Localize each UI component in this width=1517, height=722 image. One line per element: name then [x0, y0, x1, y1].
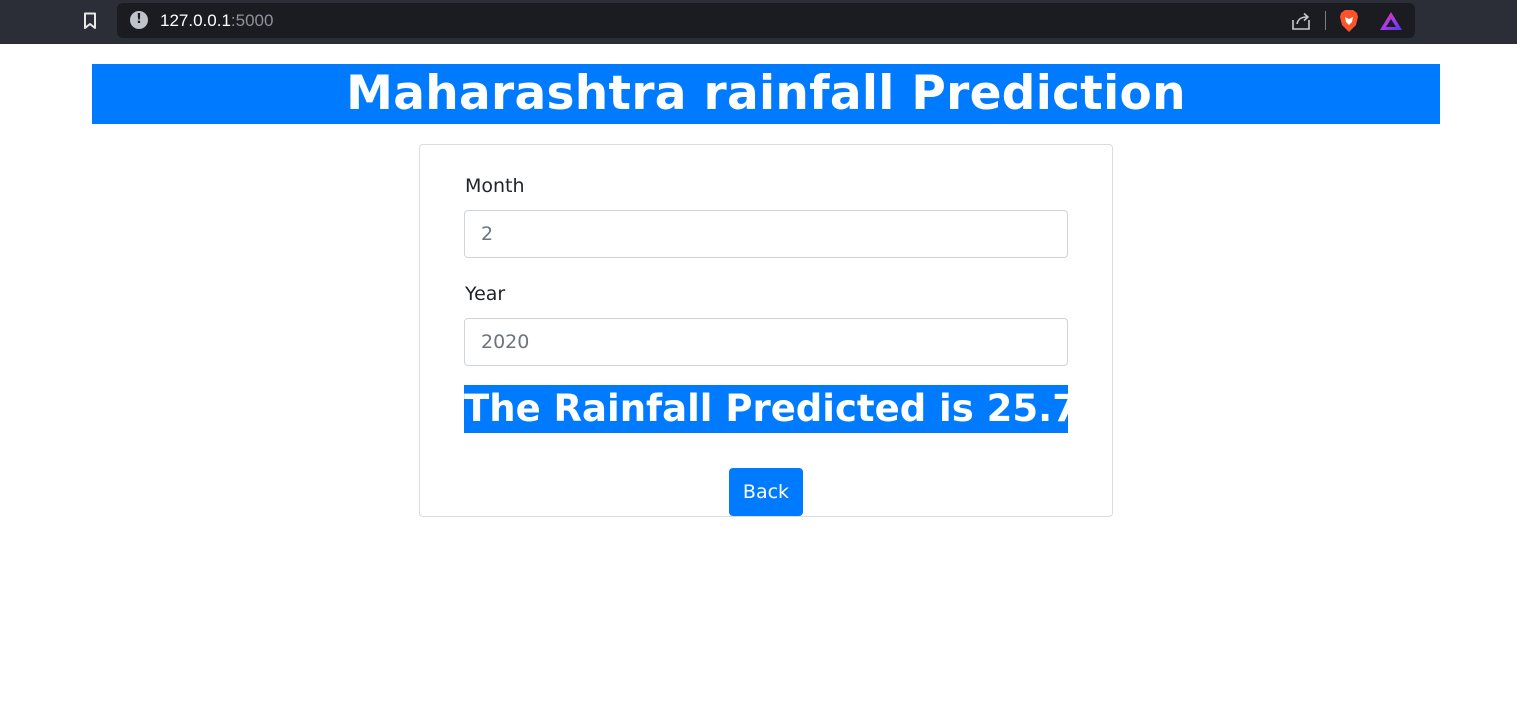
month-label: Month	[465, 175, 525, 197]
url-text[interactable]: 127.0.0.1:5000	[160, 11, 273, 30]
prediction-result: The Rainfall Predicted is 25.7 mm	[464, 385, 1068, 433]
month-input[interactable]	[464, 210, 1068, 258]
back-button[interactable]: Back	[729, 468, 803, 516]
url-port: :5000	[230, 11, 274, 30]
bookmark-icon[interactable]	[80, 10, 100, 32]
url-host: 127.0.0.1	[160, 11, 231, 30]
year-input[interactable]	[464, 318, 1068, 366]
page-title: Maharashtra rainfall Prediction	[92, 64, 1440, 124]
prediction-card: Month Year The Rainfall Predicted is 25.…	[419, 144, 1113, 517]
share-icon[interactable]	[1290, 10, 1312, 32]
year-label: Year	[465, 283, 506, 305]
browser-toolbar: ! 127.0.0.1:5000	[0, 0, 1517, 44]
brave-rewards-icon[interactable]	[1379, 10, 1403, 32]
address-bar-divider	[1325, 11, 1326, 30]
address-bar[interactable]: ! 127.0.0.1:5000	[117, 3, 1415, 38]
info-icon[interactable]: !	[130, 11, 148, 29]
brave-shield-icon[interactable]	[1338, 9, 1360, 33]
